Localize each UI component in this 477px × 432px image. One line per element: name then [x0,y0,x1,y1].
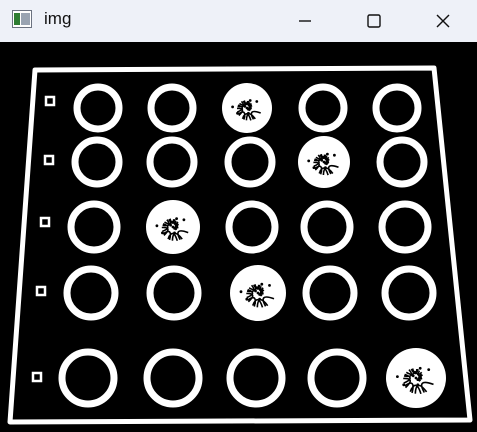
close-icon [436,14,450,28]
image-window: img [0,0,477,432]
filled-well [298,136,350,188]
maximize-icon [367,14,381,28]
opencv-window-icon [12,10,32,28]
minimize-icon [298,14,312,28]
title-bar[interactable]: img [0,0,477,42]
close-button[interactable] [420,0,466,42]
thresholded-plate-image [0,42,477,432]
maximize-button[interactable] [351,0,397,42]
image-canvas [0,42,477,432]
filled-well [146,200,200,254]
filled-well [222,83,272,133]
window-title: img [44,9,72,28]
filled-well [230,265,286,321]
filled-well [386,348,446,408]
minimize-button[interactable] [282,0,328,42]
